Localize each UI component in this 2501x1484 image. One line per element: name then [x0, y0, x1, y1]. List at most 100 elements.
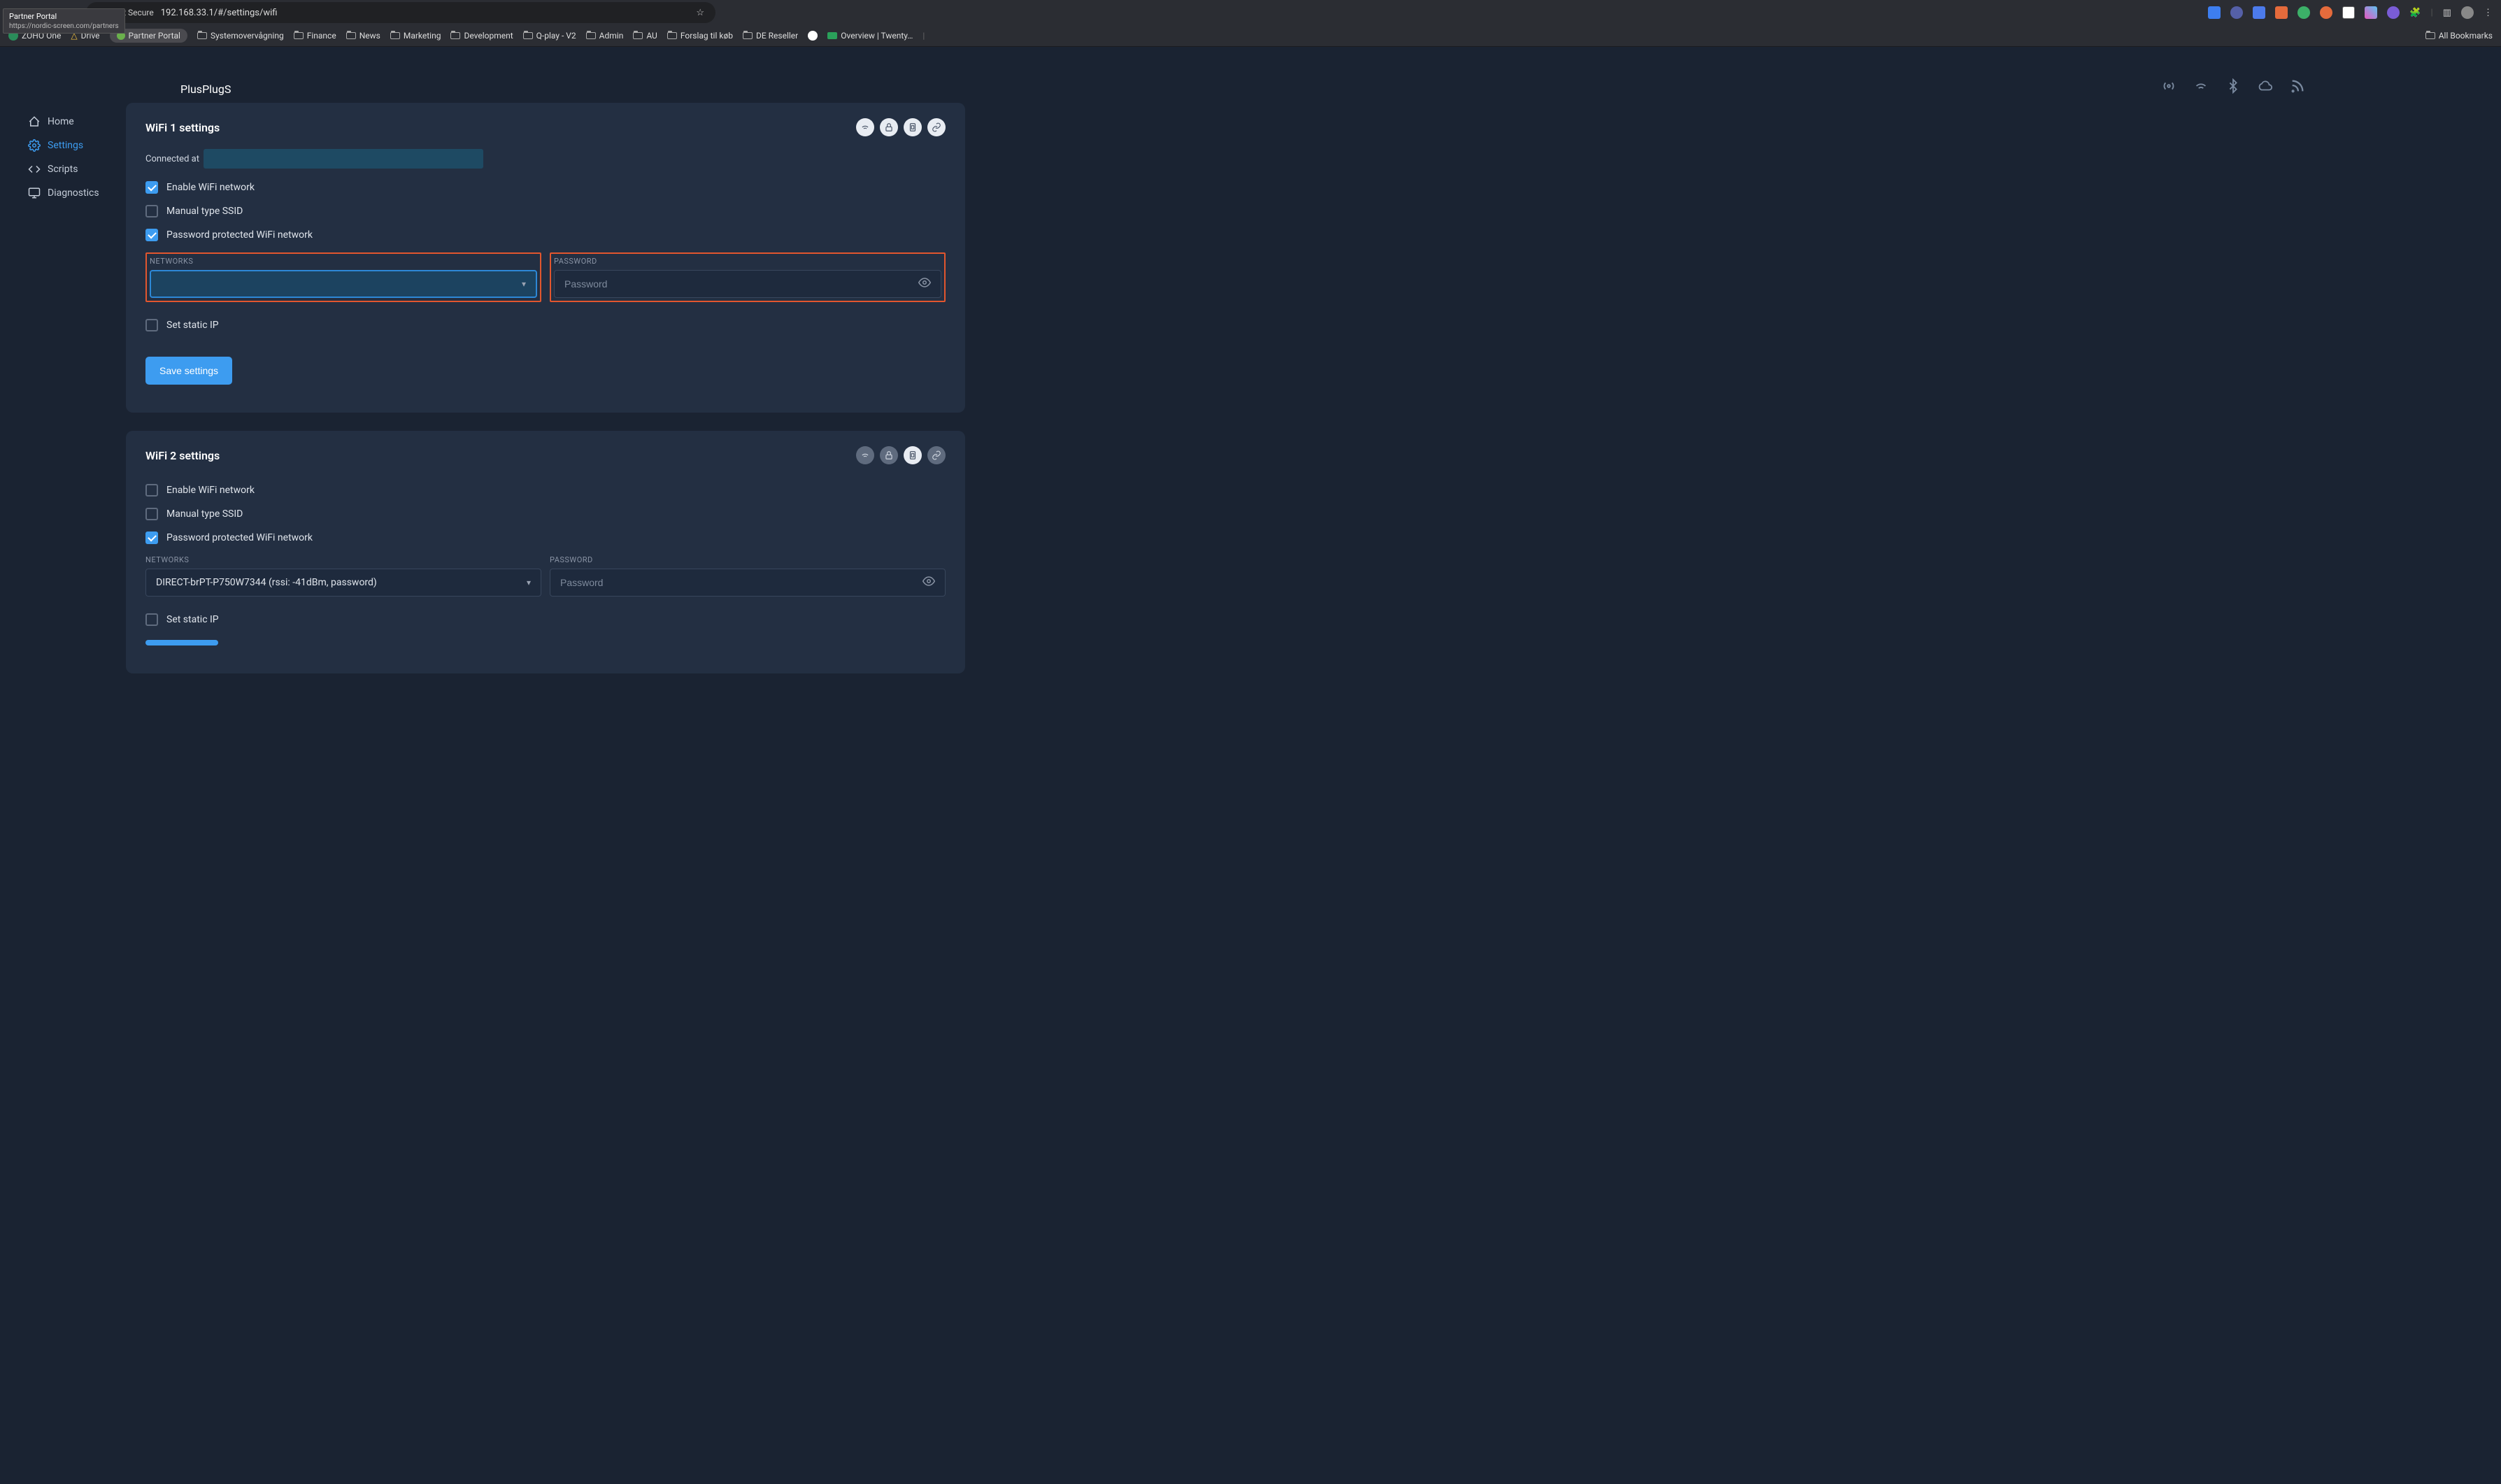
ext-icon-6[interactable] — [2320, 6, 2332, 19]
manual-ssid-checkbox[interactable] — [145, 205, 158, 217]
bookmark-de-reseller[interactable]: DE Reseller — [743, 31, 798, 41]
chevron-down-icon: ▾ — [522, 279, 526, 289]
bookmark-label: Overview | Twenty… — [841, 31, 913, 41]
sidebar-item-diagnostics[interactable]: Diagnostics — [28, 181, 112, 205]
save-settings-button[interactable]: Save settings — [145, 357, 232, 385]
enable-wifi-checkbox[interactable] — [145, 484, 158, 497]
ext-icon-4[interactable] — [2275, 6, 2288, 19]
panel-link-icon[interactable] — [927, 446, 946, 464]
password-input[interactable] — [564, 278, 913, 290]
static-ip-label: Set static IP — [166, 614, 219, 625]
url-text: 192.168.33.1/#/settings/wifi — [161, 8, 690, 18]
misc-icon — [808, 31, 818, 41]
pwd-protected-checkbox[interactable] — [145, 531, 158, 544]
password-input[interactable] — [560, 577, 917, 588]
save-settings-button-partial[interactable] — [145, 640, 218, 645]
chrome-extensions-row: 🧩 | ▥ ⋮ — [2208, 6, 2493, 19]
extensions-icon[interactable]: 🧩 — [2409, 8, 2421, 18]
sidebar-item-home[interactable]: Home — [28, 110, 112, 134]
panel-lock-icon[interactable] — [880, 446, 898, 464]
panel-sim-icon[interactable] — [904, 118, 922, 136]
password-label: PASSWORD — [550, 555, 946, 564]
static-ip-row: Set static IP — [145, 613, 946, 626]
panel-lock-icon[interactable] — [880, 118, 898, 136]
folder-icon — [294, 32, 304, 39]
url-bar[interactable]: ⚠ Not Secure 192.168.33.1/#/settings/wif… — [86, 2, 715, 23]
sidebar-item-label: Settings — [48, 140, 83, 151]
networks-select[interactable]: DIRECT-brPT-P750W7344 (rssi: -41dBm, pas… — [145, 569, 541, 597]
panel-wifi-icon[interactable] — [856, 446, 874, 464]
connection-status: Connected at — [145, 149, 946, 169]
bookmark-misc1[interactable] — [808, 31, 818, 41]
chrome-menu-icon[interactable]: ⋮ — [2484, 8, 2493, 18]
top-status-icons — [2161, 78, 2305, 94]
eye-icon[interactable] — [922, 575, 935, 590]
profile-avatar-icon[interactable] — [2461, 6, 2474, 19]
password-field: PASSWORD — [550, 555, 946, 597]
ext-icon-1[interactable] — [2208, 6, 2221, 19]
panel-sim-icon[interactable] — [904, 446, 922, 464]
rss-icon[interactable] — [2290, 78, 2305, 94]
broadcast-icon[interactable] — [2161, 78, 2176, 94]
bookmark-qplay-v2[interactable]: Q-play - V2 — [523, 31, 576, 41]
bookmark-label: DE Reseller — [756, 31, 798, 41]
monitor-icon — [28, 187, 41, 199]
bookmark-systemovervagning[interactable]: Systemovervågning — [197, 31, 284, 41]
bookmark-au[interactable]: AU — [633, 31, 657, 41]
ext-icon-9[interactable] — [2387, 6, 2400, 19]
bookmark-development[interactable]: Development — [450, 31, 513, 41]
enable-wifi-label: Enable WiFi network — [166, 485, 255, 496]
gear-icon — [28, 139, 41, 152]
networks-select[interactable]: ▾ — [150, 270, 537, 298]
bookmark-news[interactable]: News — [346, 31, 380, 41]
side-panel-icon[interactable]: ▥ — [2443, 8, 2451, 18]
panel-title: WiFi 2 settings — [145, 449, 220, 462]
pwd-protected-label: Password protected WiFi network — [166, 532, 313, 543]
folder-icon — [2425, 32, 2435, 39]
connected-at-value — [204, 149, 483, 169]
pwd-protected-checkbox[interactable] — [145, 229, 158, 241]
ext-icon-7[interactable] — [2342, 6, 2355, 19]
networks-label: NETWORKS — [145, 555, 541, 564]
bookmark-admin[interactable]: Admin — [586, 31, 624, 41]
panel-link-icon[interactable] — [927, 118, 946, 136]
sidebar-item-scripts[interactable]: Scripts — [28, 157, 112, 181]
networks-label: NETWORKS — [150, 257, 537, 266]
ext-icon-2[interactable] — [2230, 6, 2243, 19]
all-bookmarks-label: All Bookmarks — [2439, 31, 2493, 41]
sidebar: Home Settings Scripts Diagnostics — [28, 68, 112, 692]
chevron-down-icon: ▾ — [527, 578, 531, 587]
cloud-icon[interactable] — [2258, 78, 2273, 94]
bookmark-marketing[interactable]: Marketing — [390, 31, 441, 41]
star-bookmark-icon[interactable]: ☆ — [696, 8, 704, 18]
bookmark-label: Admin — [599, 31, 624, 41]
folder-icon — [450, 32, 460, 39]
bookmark-label: Systemovervågning — [211, 31, 284, 41]
bookmark-label: Development — [464, 31, 513, 41]
ext-icon-3[interactable] — [2253, 6, 2265, 19]
bluetooth-icon[interactable] — [2225, 78, 2241, 94]
connected-at-label: Connected at — [145, 154, 199, 164]
folder-icon — [346, 32, 356, 39]
wifi-icon[interactable] — [2193, 78, 2209, 94]
all-bookmarks[interactable]: All Bookmarks — [2425, 31, 2493, 41]
enable-wifi-label: Enable WiFi network — [166, 182, 255, 193]
bookmark-forslag[interactable]: Forslag til køb — [667, 31, 733, 41]
bookmark-overview-twenty[interactable]: Overview | Twenty… — [827, 31, 913, 41]
enable-wifi-checkbox[interactable] — [145, 181, 158, 194]
static-ip-checkbox[interactable] — [145, 613, 158, 626]
manual-ssid-row: Manual type SSID — [145, 205, 946, 217]
bookmark-label: Finance — [307, 31, 336, 41]
bookmark-finance[interactable]: Finance — [294, 31, 336, 41]
eye-icon[interactable] — [918, 276, 931, 292]
bookmark-label: AU — [646, 31, 657, 41]
static-ip-checkbox[interactable] — [145, 319, 158, 331]
ext-icon-5[interactable] — [2297, 6, 2310, 19]
sidebar-item-settings[interactable]: Settings — [28, 134, 112, 157]
folder-icon — [667, 32, 677, 39]
sidebar-item-label: Scripts — [48, 164, 78, 175]
manual-ssid-checkbox[interactable] — [145, 508, 158, 520]
enable-wifi-row: Enable WiFi network — [145, 181, 946, 194]
ext-icon-8[interactable] — [2365, 6, 2377, 19]
panel-wifi-icon[interactable] — [856, 118, 874, 136]
